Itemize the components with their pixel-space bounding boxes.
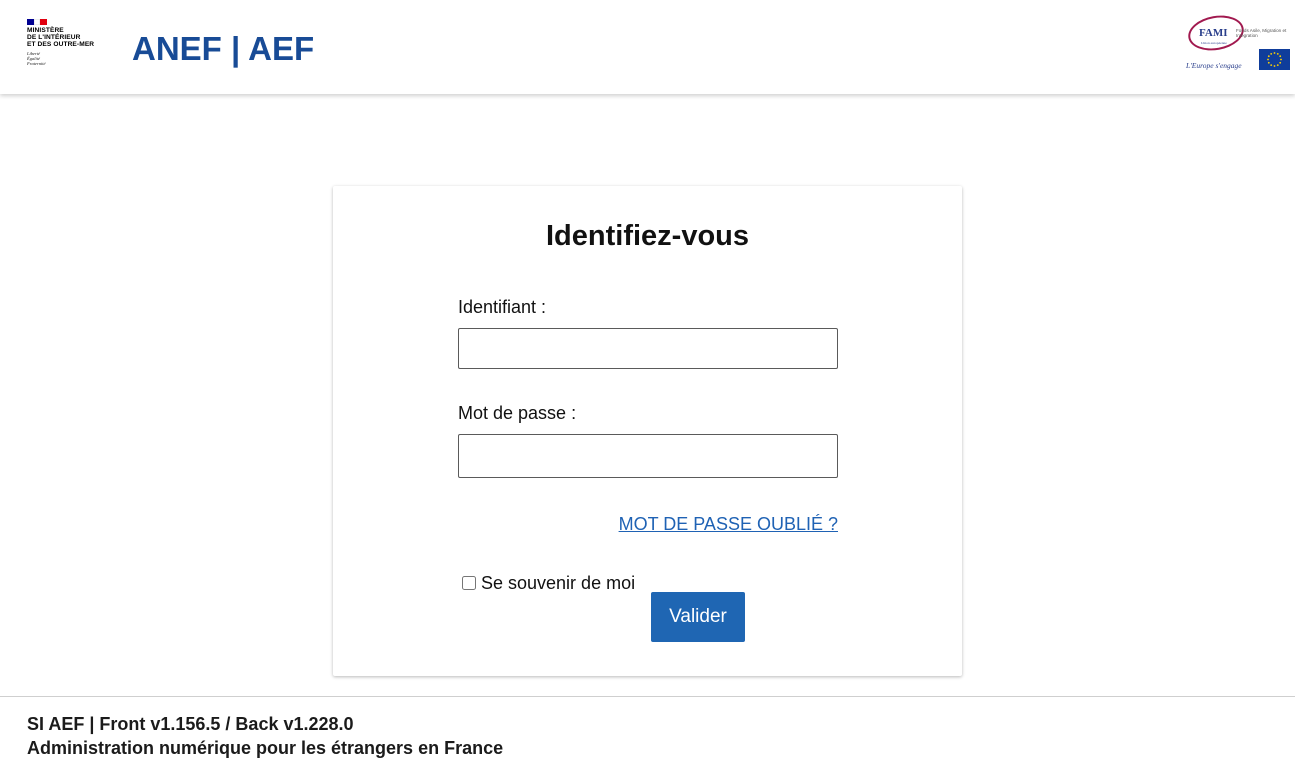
fami-acronym: FAMI	[1199, 27, 1228, 39]
ministry-name-line: MINISTÈRE	[27, 27, 64, 34]
site-header: MINISTÈRE DE L'INTÉRIEUR ET DES OUTRE-ME…	[0, 0, 1295, 94]
eu-flag-icon	[1259, 49, 1290, 70]
app-title: ANEF | AEF	[132, 30, 315, 67]
motto-line: Fraternité	[27, 61, 46, 66]
remember-me-label: Se souvenir de moi	[481, 573, 636, 593]
fami-subtitle: Union européenne	[1201, 41, 1227, 45]
ministry-name: MINISTÈRE DE L'INTÉRIEUR ET DES OUTRE-ME…	[27, 27, 107, 48]
ministry-logo: MINISTÈRE DE L'INTÉRIEUR ET DES OUTRE-ME…	[27, 19, 107, 71]
submit-button[interactable]: Valider	[651, 592, 745, 642]
identifier-label: Identifiant :	[458, 297, 547, 317]
ministry-name-line: DE L'INTÉRIEUR	[27, 34, 81, 41]
footer-divider	[0, 696, 1295, 697]
fami-eu-logo: FAMI Union européenne Fonds Asile, Migra…	[1185, 11, 1290, 74]
ministry-name-line: ET DES OUTRE-MER	[27, 41, 95, 48]
forgot-password-link[interactable]: MOT DE PASSE OUBLIÉ ?	[619, 513, 838, 535]
identifier-input[interactable]	[458, 328, 838, 369]
fami-description: Fonds Asile, Migration et Intégration	[1236, 28, 1287, 38]
remember-me-option[interactable]: Se souvenir de moi	[462, 572, 635, 594]
remember-me-checkbox[interactable]	[462, 576, 476, 590]
password-label: Mot de passe :	[458, 403, 577, 423]
password-input[interactable]	[458, 434, 838, 478]
republic-motto: Liberté Égalité Fraternité	[27, 51, 107, 66]
french-flag-icon	[27, 19, 48, 25]
version-info: SI AEF | Front v1.156.5 / Back v1.228.0	[27, 714, 354, 734]
footer-description: Administration numérique pour les étrang…	[27, 738, 504, 758]
eu-slogan: L'Europe s'engage	[1186, 61, 1242, 70]
page-title: Identifiez-vous	[545, 220, 749, 252]
login-card: Identifiez-vous Identifiant : Mot de pas…	[333, 186, 962, 676]
